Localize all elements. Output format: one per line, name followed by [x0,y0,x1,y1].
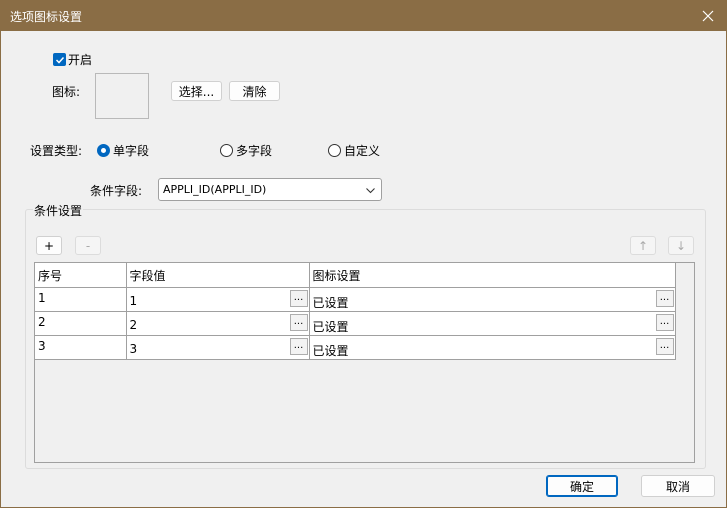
cell-index[interactable]: 3 [35,335,127,360]
radio-label: 多字段 [236,144,273,158]
close-icon [702,10,714,22]
table-row[interactable]: 3 3... 已设置... [35,335,676,360]
cell-value[interactable]: 3... [126,335,310,360]
radio-custom[interactable]: 自定义 [328,142,380,159]
edit-icon-button[interactable]: ... [655,289,674,307]
condition-settings-label: 条件设置 [33,202,84,219]
cell-icon-text: 已设置 [312,295,349,310]
condition-table: 序号 字段值 图标设置 1 1... 已设置... 2 2... 已设置... … [34,262,695,463]
select-icon-button[interactable]: 选择... [171,81,222,101]
window-title: 选项图标设置 [10,10,83,24]
radio-indicator[interactable] [97,144,110,157]
dialog-window: 选项图标设置 开启 图标: 选择... 清除 设置类型: 单字段 多字段 自定义… [0,0,727,508]
move-up-button[interactable]: ↑ [630,236,656,255]
table-row[interactable]: 1 1... 已设置... [35,287,676,312]
move-down-button[interactable]: ↓ [668,236,694,255]
cell-value[interactable]: 1... [126,287,310,312]
cell-icon-text: 已设置 [312,319,349,334]
edit-icon-button[interactable]: ... [655,337,674,355]
column-header-icon[interactable]: 图标设置 [309,263,676,288]
edit-value-button[interactable]: ... [289,289,308,307]
ok-button[interactable]: 确定 [546,475,618,497]
cell-icon[interactable]: 已设置... [309,287,676,312]
table-row[interactable]: 2 2... 已设置... [35,311,676,336]
radio-label: 单字段 [113,144,150,158]
cell-value-text: 1 [129,293,138,308]
enable-checkbox-row[interactable]: 开启 [53,51,92,68]
chevron-down-icon [366,188,375,194]
cell-index[interactable]: 1 [35,287,127,312]
condition-field-select[interactable]: APPLI_ID(APPLI_ID) [158,178,382,201]
condition-field-value: APPLI_ID(APPLI_ID) [163,183,267,196]
edit-icon-button[interactable]: ... [655,313,674,331]
edit-value-button[interactable]: ... [289,337,308,355]
table-header-row: 序号 字段值 图标设置 [35,263,676,288]
cancel-button[interactable]: 取消 [641,475,715,497]
icon-label: 图标: [52,85,81,99]
radio-indicator[interactable] [220,144,233,157]
clear-icon-button[interactable]: 清除 [229,81,280,101]
cell-icon[interactable]: 已设置... [309,335,676,360]
enable-label: 开启 [68,53,93,67]
column-header-value[interactable]: 字段值 [126,263,310,288]
checkmark-icon [55,56,64,64]
radio-multi-field[interactable]: 多字段 [220,142,272,159]
title-bar[interactable]: 选项图标设置 [1,1,726,31]
cell-icon-text: 已设置 [312,343,349,358]
add-row-button[interactable]: + [36,236,62,255]
radio-single-field[interactable]: 单字段 [97,142,149,159]
column-header-index[interactable]: 序号 [35,263,127,288]
radio-indicator[interactable] [328,144,341,157]
remove-row-button[interactable]: - [75,236,101,255]
close-button[interactable] [696,5,720,27]
setting-type-label: 设置类型: [30,144,83,158]
radio-label: 自定义 [344,144,381,158]
cell-value-text: 2 [129,317,138,332]
cell-index[interactable]: 2 [35,311,127,336]
cell-icon[interactable]: 已设置... [309,311,676,336]
cell-value[interactable]: 2... [126,311,310,336]
cell-value-text: 3 [129,341,138,356]
condition-field-label: 条件字段: [90,184,143,198]
edit-value-button[interactable]: ... [289,313,308,331]
icon-preview [95,73,149,119]
enable-checkbox[interactable] [53,53,66,66]
